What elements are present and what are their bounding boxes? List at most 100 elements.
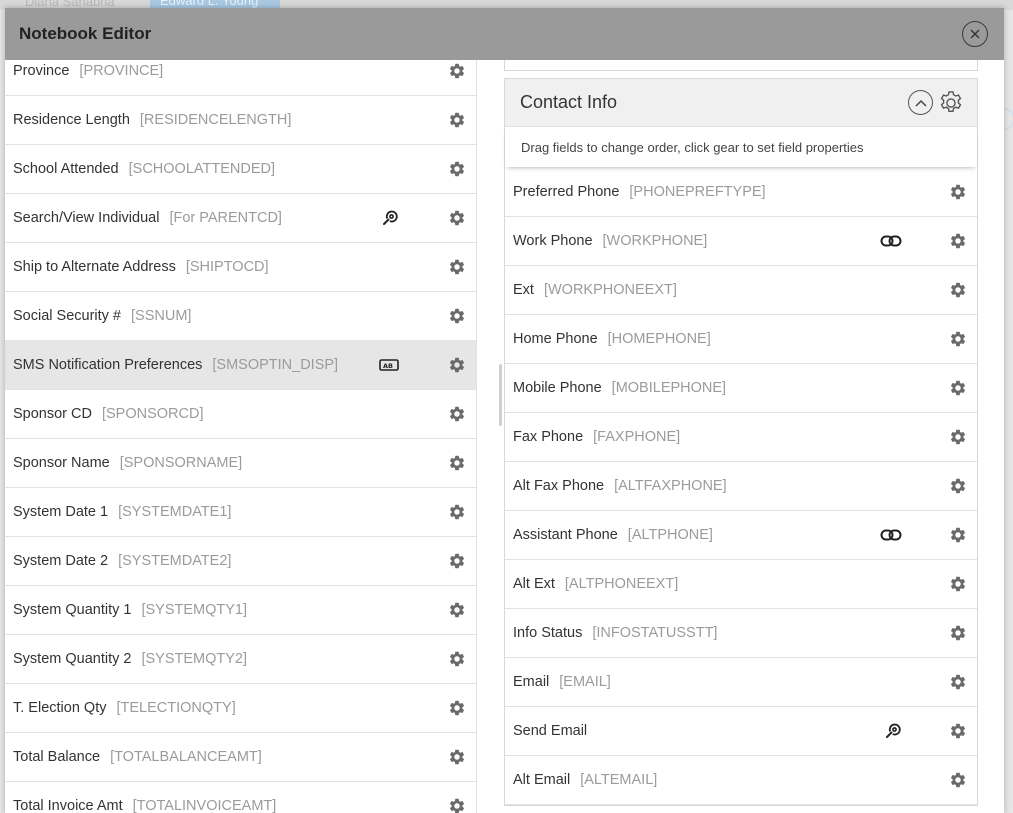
background-tab-2[interactable]: Edward L. Young — [150, 0, 280, 8]
field-label: Mobile Phone — [513, 380, 602, 396]
field-row[interactable]: System Date 1 [SYSTEMDATE1] — [5, 488, 476, 537]
field-code: [PHONEPREFTYPE] — [629, 183, 766, 200]
field-code: [SYSTEMDATE2] — [118, 553, 232, 569]
gear-icon[interactable] — [448, 62, 466, 80]
gear-icon[interactable] — [949, 232, 967, 250]
field-row[interactable]: Search/View Individual [For PARENTCD] — [5, 194, 476, 243]
gear-icon[interactable] — [949, 477, 967, 495]
section-header: Contact Info — [505, 79, 977, 126]
link-icon[interactable] — [880, 528, 902, 542]
field-label: SMS Notification Preferences — [13, 357, 203, 373]
gear-icon[interactable] — [448, 552, 466, 570]
gear-icon[interactable] — [949, 330, 967, 348]
field-row[interactable]: System Date 2 [SYSTEMDATE2] — [5, 537, 476, 586]
field-row[interactable]: Province [PROVINCE] — [5, 60, 476, 96]
gear-icon[interactable] — [949, 673, 967, 691]
gear-icon[interactable] — [949, 183, 967, 201]
available-fields-list: Province [PROVINCE] Residence Length [RESID… — [5, 60, 476, 813]
field-row[interactable]: System Quantity 2 [SYSTEMQTY2] — [5, 635, 476, 684]
chevron-up-icon — [914, 99, 927, 107]
gear-icon[interactable] — [448, 601, 466, 619]
field-code: [FAXPHONE] — [593, 429, 681, 445]
field-row[interactable]: Home Phone [HOMEPHONE] — [505, 315, 977, 364]
field-code: [WORKPHONE] — [602, 233, 708, 249]
field-label: Social Security # — [13, 308, 121, 324]
gear-icon[interactable] — [448, 699, 466, 717]
gear-icon[interactable] — [949, 722, 967, 740]
field-code: [SYSTEMDATE1] — [118, 504, 232, 520]
field-code: [ALTEMAIL] — [580, 772, 658, 788]
gear-icon[interactable] — [949, 624, 967, 642]
gear-outline-icon — [940, 90, 962, 112]
close-button[interactable] — [962, 21, 988, 47]
gear-icon[interactable] — [448, 111, 466, 129]
field-code: [ALTFAXPHONE] — [614, 478, 727, 494]
gear-icon[interactable] — [448, 748, 466, 766]
gear-icon[interactable] — [448, 307, 466, 325]
field-row[interactable]: Sponsor CD [SPONSORCD] — [5, 390, 476, 439]
field-row[interactable]: Fax Phone [FAXPHONE] — [505, 413, 977, 462]
field-code: [INFOSTATUSSTT] — [592, 625, 718, 641]
gear-icon[interactable] — [448, 209, 466, 227]
field-row[interactable]: Info Status [INFOSTATUSSTT] — [505, 609, 977, 658]
field-code: [TELECTIONQTY] — [116, 700, 236, 716]
field-code: [SPONSORCD] — [101, 406, 204, 422]
gear-icon[interactable] — [448, 258, 466, 276]
gear-icon[interactable] — [949, 281, 967, 299]
field-label: Alt Email — [513, 772, 571, 788]
gear-icon[interactable] — [448, 797, 466, 813]
field-row[interactable]: Residence Length [RESIDENCELENGTH] — [5, 96, 476, 145]
gear-icon[interactable] — [448, 454, 466, 472]
field-row[interactable]: Assistant Phone [ALTPHONE] — [505, 511, 977, 560]
field-code: [For PARENTCD] — [169, 210, 282, 226]
field-row[interactable]: Send Email — [505, 707, 977, 756]
collapse-section-button[interactable] — [908, 90, 933, 115]
field-label: Alt Ext — [513, 576, 555, 592]
section-settings-button[interactable] — [937, 89, 965, 117]
link-icon[interactable] — [880, 234, 902, 248]
lookup-icon[interactable] — [884, 722, 902, 740]
field-row[interactable]: Preferred Phone [PHONEPREFTYPE] — [505, 167, 977, 217]
field-code: [MOBILEPHONE] — [611, 380, 727, 396]
field-row[interactable]: Alt Fax Phone [ALTFAXPHONE] — [505, 462, 977, 511]
pane-resize-handle[interactable] — [499, 364, 502, 426]
gear-icon[interactable] — [448, 650, 466, 668]
gear-icon[interactable] — [448, 405, 466, 423]
previous-section-edge — [504, 60, 978, 71]
field-row[interactable]: Sponsor Name [SPONSORNAME] — [5, 439, 476, 488]
field-code: [TOTALINVOICEAMT] — [132, 798, 277, 813]
layout-pane[interactable]: Contact Info Drag fields to change order… — [504, 60, 978, 813]
gear-icon[interactable] — [949, 575, 967, 593]
field-label: System Quantity 1 — [13, 602, 132, 618]
field-row[interactable]: Total Balance [TOTALBALANCEAMT] — [5, 733, 476, 782]
gear-icon[interactable] — [448, 160, 466, 178]
gear-icon[interactable] — [949, 771, 967, 789]
field-row[interactable]: Total Invoice Amt [TOTALINVOICEAMT] — [5, 782, 476, 813]
gear-icon[interactable] — [949, 428, 967, 446]
field-row[interactable]: Email [EMAIL] — [505, 658, 977, 707]
field-code: [HOMEPHONE] — [607, 331, 711, 347]
field-row[interactable]: Alt Email [ALTEMAIL] — [505, 756, 977, 805]
field-label: Ext — [513, 282, 534, 298]
field-row[interactable]: Ext [WORKPHONEEXT] — [505, 266, 977, 315]
gear-icon[interactable] — [949, 526, 967, 544]
field-row[interactable]: Work Phone [WORKPHONE] — [505, 217, 977, 266]
field-label: Sponsor CD — [13, 406, 92, 422]
gear-icon[interactable] — [448, 356, 466, 374]
field-code: [SSNUM] — [131, 308, 192, 324]
text-field-icon[interactable]: AB — [379, 358, 399, 372]
gear-icon[interactable] — [448, 503, 466, 521]
field-code: [SHIPTOCD] — [185, 259, 269, 275]
field-row[interactable]: Social Security # [SSNUM] — [5, 292, 476, 341]
field-row[interactable]: System Quantity 1 [SYSTEMQTY1] — [5, 586, 476, 635]
field-label: Ship to Alternate Address — [13, 259, 176, 275]
lookup-icon[interactable] — [381, 209, 399, 227]
field-row[interactable]: School Attended [SCHOOLATTENDED] — [5, 145, 476, 194]
field-row[interactable]: Mobile Phone [MOBILEPHONE] — [505, 364, 977, 413]
field-row[interactable]: T. Election Qty [TELECTIONQTY] — [5, 684, 476, 733]
field-row[interactable]: Alt Ext [ALTPHONEEXT] — [505, 560, 977, 609]
field-row[interactable]: Ship to Alternate Address [SHIPTOCD] — [5, 243, 476, 292]
field-row[interactable]: SMS Notification Preferences [SMSOPTIN_DI… — [5, 341, 476, 390]
available-fields-pane[interactable]: Province [PROVINCE] Residence Length [RESID… — [5, 60, 477, 813]
gear-icon[interactable] — [949, 379, 967, 397]
